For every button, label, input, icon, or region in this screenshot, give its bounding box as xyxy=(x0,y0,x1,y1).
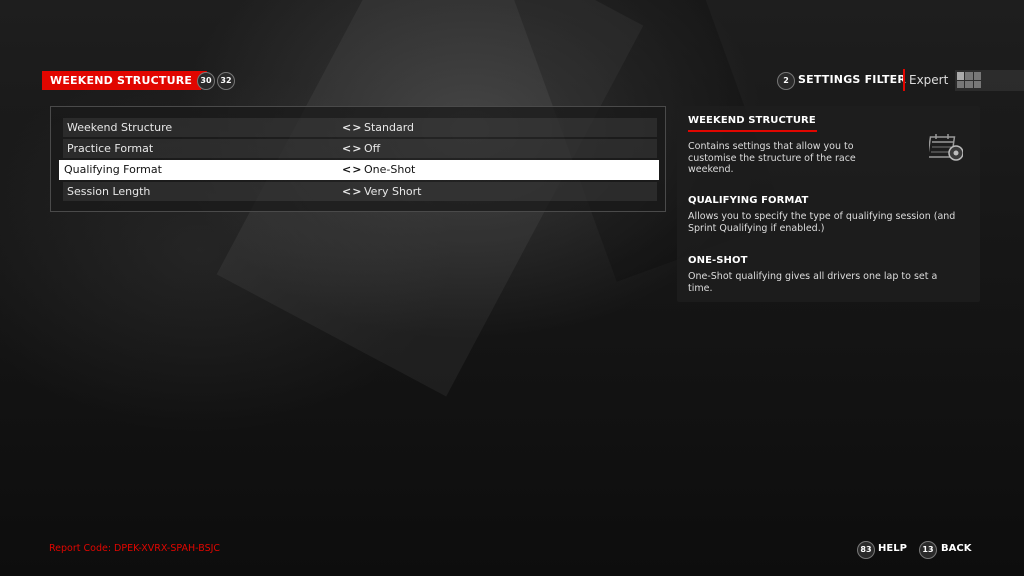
info-setting-text: Allows you to specify the type of qualif… xyxy=(688,211,956,234)
setting-label: Session Length xyxy=(67,185,151,198)
setting-value: Very Short xyxy=(364,185,422,198)
setting-row-practice-format[interactable]: Practice Format <> Off xyxy=(63,139,657,158)
settings-list-panel: Weekend Structure <> Standard Practice F… xyxy=(50,106,666,212)
info-value-text: One-Shot qualifying gives all drivers on… xyxy=(688,271,938,294)
prev-tab-button[interactable]: 30 xyxy=(197,72,215,90)
calendar-settings-icon xyxy=(929,134,963,161)
info-title-underline xyxy=(688,130,817,132)
settings-filter-button[interactable]: 2 xyxy=(777,72,795,90)
filter-divider xyxy=(903,69,905,91)
setting-row-weekend-structure[interactable]: Weekend Structure <> Standard xyxy=(63,118,657,137)
next-tab-button[interactable]: 32 xyxy=(217,72,235,90)
setting-value: One-Shot xyxy=(364,163,416,176)
info-value-title: ONE-SHOT xyxy=(688,255,748,266)
help-button[interactable]: HELP xyxy=(878,543,907,554)
setting-value: Off xyxy=(364,142,381,155)
setting-label: Weekend Structure xyxy=(67,121,173,134)
page-title-tab: WEEKEND STRUCTURE xyxy=(42,71,208,90)
grid-view-icon[interactable] xyxy=(957,72,981,88)
help-button-glyph[interactable]: 83 xyxy=(857,541,875,559)
back-button-glyph[interactable]: 13 xyxy=(919,541,937,559)
settings-filter-value[interactable]: Expert xyxy=(909,73,948,87)
info-section-text: Contains settings that allow you to cust… xyxy=(688,141,856,175)
info-section-title: WEEKEND STRUCTURE xyxy=(688,115,816,126)
left-right-arrows-icon[interactable]: <> xyxy=(342,160,362,180)
settings-filter-label[interactable]: SETTINGS FILTER xyxy=(798,73,906,86)
info-panel: WEEKEND STRUCTURE Contains settings that… xyxy=(677,106,980,302)
setting-label: Qualifying Format xyxy=(64,163,162,176)
report-code: Report Code: DPEK-XVRX-SPAH-BSJC xyxy=(49,543,221,554)
setting-value: Standard xyxy=(364,121,415,134)
back-button[interactable]: BACK xyxy=(941,543,971,554)
left-right-arrows-icon[interactable]: <> xyxy=(342,118,362,137)
left-right-arrows-icon[interactable]: <> xyxy=(342,182,362,201)
info-setting-title: QUALIFYING FORMAT xyxy=(688,195,809,206)
setting-row-session-length[interactable]: Session Length <> Very Short xyxy=(63,182,657,201)
setting-label: Practice Format xyxy=(67,142,154,155)
setting-row-qualifying-format[interactable]: Qualifying Format <> One-Shot xyxy=(59,160,659,180)
left-right-arrows-icon[interactable]: <> xyxy=(342,139,362,158)
